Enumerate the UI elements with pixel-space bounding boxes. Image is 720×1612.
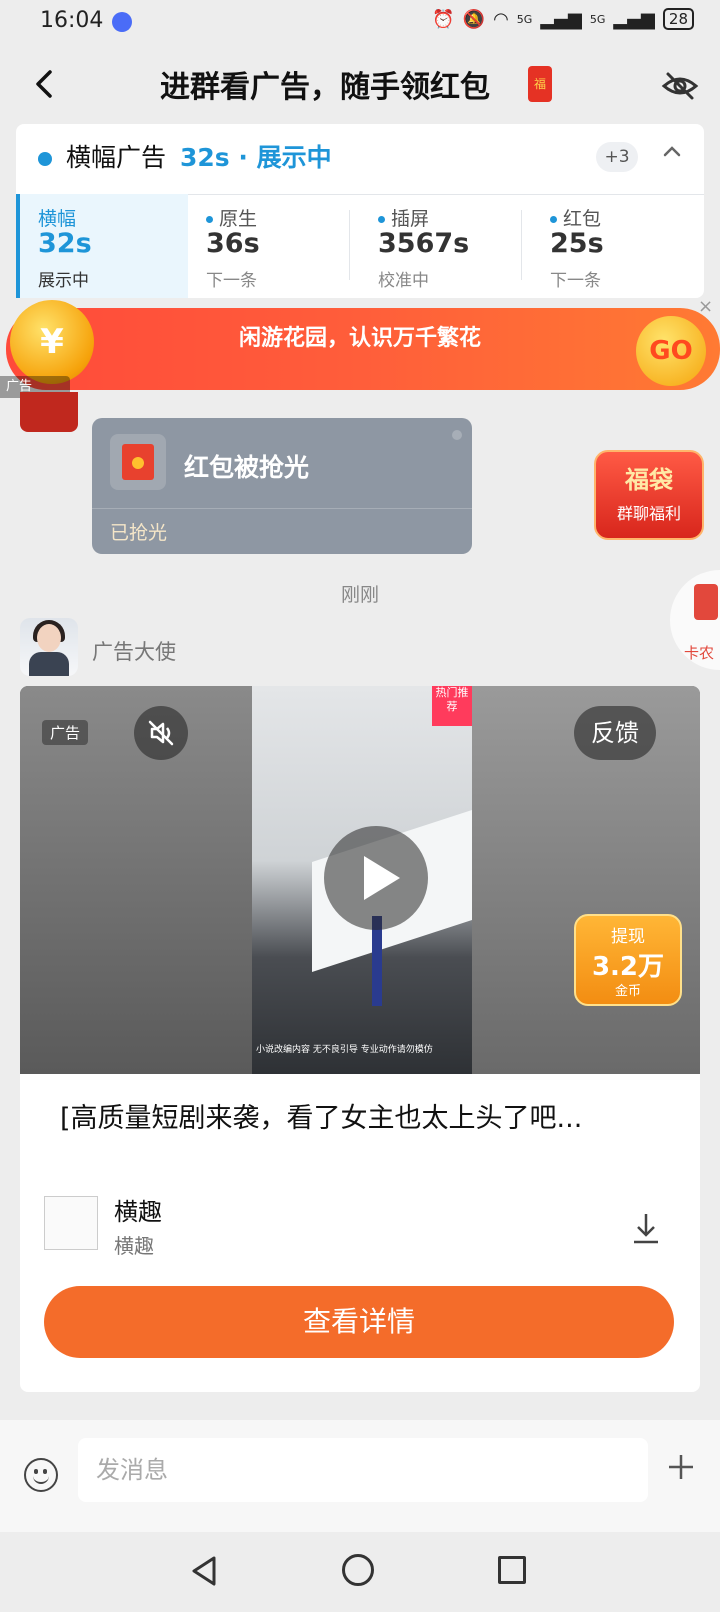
tab-label: 原生 xyxy=(219,208,258,230)
input-bar xyxy=(0,1420,720,1532)
tab-label: 横幅 xyxy=(38,208,77,230)
ad-panel-summary[interactable]: 横幅广告 32s · 展示中 +3 xyxy=(16,124,704,195)
plus-button[interactable] xyxy=(666,1450,696,1491)
red-envelope-icon xyxy=(110,434,166,490)
sender-name: 广告大使 xyxy=(92,640,176,664)
withdraw-widget[interactable]: 提现 3.2万 金币 xyxy=(574,914,682,1006)
ad-status-panel: 横幅广告 32s · 展示中 +3 横幅 32s 展示中 原生 36s 下一条 … xyxy=(16,124,704,298)
status-bar: 16:04 ⏰ 🔕 ◠ 5G ▂▄▆ 5G ▂▄▆ 28 xyxy=(0,0,720,48)
more-count-badge[interactable]: +3 xyxy=(596,142,638,172)
status-dot xyxy=(38,152,52,166)
app-notification-icon xyxy=(112,12,132,32)
signal-icon-1: 5G xyxy=(516,12,533,26)
status-icons: ⏰ 🔕 ◠ 5G ▂▄▆ 5G ▂▄▆ 28 xyxy=(432,8,694,30)
red-packet-status: 已抢光 xyxy=(110,522,168,544)
banner-text: 闲游花园，认识万千繁花 xyxy=(238,326,481,351)
app-subtitle: 横趣 xyxy=(114,1234,154,1258)
withdraw-label: 提现 xyxy=(611,927,645,947)
tab-label: 红包 xyxy=(563,208,602,230)
current-ad-type: 横幅广告 xyxy=(66,143,167,172)
download-icon xyxy=(634,1214,658,1244)
tab-value: 3567s xyxy=(378,228,470,259)
tab-label: 插屏 xyxy=(391,208,430,230)
red-envelope-icon: 福 xyxy=(528,66,552,102)
message-time: 刚刚 xyxy=(340,584,379,606)
corner-tag: 热门推荐 xyxy=(432,686,472,726)
tab-value: 36s xyxy=(206,228,260,259)
nav-recents-button[interactable] xyxy=(498,1556,526,1584)
tab-native[interactable]: 原生 36s 下一条 xyxy=(188,194,360,298)
chevron-up-icon xyxy=(663,146,681,157)
system-nav-bar xyxy=(0,1532,720,1612)
withdraw-amount: 3.2万 xyxy=(591,952,665,982)
mute-notification-icon: 🔕 xyxy=(462,8,486,30)
divider xyxy=(92,508,472,509)
signal-icon-2: 5G xyxy=(589,12,606,26)
message-input[interactable] xyxy=(78,1438,648,1502)
tab-dot xyxy=(378,216,385,223)
view-details-button[interactable]: 查看详情 xyxy=(44,1286,674,1358)
fudai-button[interactable]: 福袋 群聊福利 xyxy=(594,450,704,540)
divider xyxy=(521,210,522,280)
plus-icon xyxy=(669,1455,693,1479)
corner-dot xyxy=(452,430,462,440)
red-packet-card[interactable]: 红包被抢光 已抢光 xyxy=(92,418,472,554)
fudai-title: 福袋 xyxy=(625,466,673,494)
app-icon xyxy=(44,1196,98,1250)
fudai-sub: 群聊福利 xyxy=(616,504,681,523)
page-title: 进群看广告，随手领红包 xyxy=(160,70,490,105)
signal-bars-icon-1: ▂▄▆ xyxy=(540,8,582,30)
play-button[interactable] xyxy=(324,826,428,930)
wifi-icon: ◠ xyxy=(493,8,509,30)
eye-off-icon xyxy=(661,72,699,100)
status-time: 16:04 xyxy=(40,8,104,33)
mute-button[interactable] xyxy=(134,706,188,760)
tab-sub: 校准中 xyxy=(378,271,429,291)
battery-indicator: 28 xyxy=(662,8,694,30)
go-button[interactable]: GO xyxy=(636,316,706,386)
tab-value: 32s xyxy=(38,228,92,259)
tab-sub: 下一条 xyxy=(550,271,601,291)
red-packet-title: 红包被抢光 xyxy=(184,453,310,482)
video-player[interactable]: 热门推荐 小说改编内容 无不良引导 专业动作请勿模仿 广告 反馈 提现 3.2万… xyxy=(20,686,700,1074)
close-icon[interactable]: × xyxy=(698,296,713,317)
avatar[interactable] xyxy=(20,392,78,432)
video-caption: 小说改编内容 无不良引导 专业动作请勿模仿 xyxy=(256,1045,433,1055)
emoji-button[interactable] xyxy=(24,1458,58,1492)
signal-bars-icon-2: ▂▄▆ xyxy=(613,8,655,30)
banner-ad[interactable]: ¥ 闲游花园，认识万千繁花 GO × 广告 xyxy=(0,296,720,402)
ad-title[interactable]: [高质量短剧来袭，看了女主也太上头了吧... xyxy=(60,1096,660,1135)
tab-dot xyxy=(550,216,557,223)
chevron-left-icon xyxy=(36,70,52,98)
tab-red-packet[interactable]: 红包 25s 下一条 xyxy=(532,194,704,298)
widget-text: 卡农 xyxy=(684,644,715,662)
alarm-icon: ⏰ xyxy=(432,8,455,30)
collapse-button[interactable] xyxy=(656,140,688,172)
withdraw-unit: 金币 xyxy=(614,984,641,999)
ad-tag: 广告 xyxy=(42,720,89,745)
tab-banner[interactable]: 横幅 32s 展示中 xyxy=(16,194,188,298)
app-name: 横趣 xyxy=(114,1198,162,1226)
play-icon xyxy=(364,856,400,900)
volume-off-icon xyxy=(148,720,174,746)
tab-sub: 展示中 xyxy=(38,271,89,291)
tab-value: 25s xyxy=(550,228,604,259)
download-button[interactable] xyxy=(628,1210,664,1246)
current-ad-status: 32s · 展示中 xyxy=(180,143,332,172)
feedback-button[interactable]: 反馈 xyxy=(574,706,656,760)
tab-dot xyxy=(206,216,213,223)
tab-interstitial[interactable]: 插屏 3567s 校准中 xyxy=(360,194,532,298)
triangle-back-icon xyxy=(192,1556,216,1586)
back-button[interactable] xyxy=(26,64,66,104)
nav-back-button[interactable] xyxy=(188,1554,222,1592)
tab-sub: 下一条 xyxy=(206,271,257,291)
header: 进群看广告，随手领红包 福 xyxy=(0,48,720,124)
avatar[interactable] xyxy=(20,618,78,676)
hide-ads-button[interactable] xyxy=(660,66,700,106)
nav-home-button[interactable] xyxy=(342,1554,374,1586)
ad-card[interactable]: 热门推荐 小说改编内容 无不良引导 专业动作请勿模仿 广告 反馈 提现 3.2万… xyxy=(20,686,700,1392)
